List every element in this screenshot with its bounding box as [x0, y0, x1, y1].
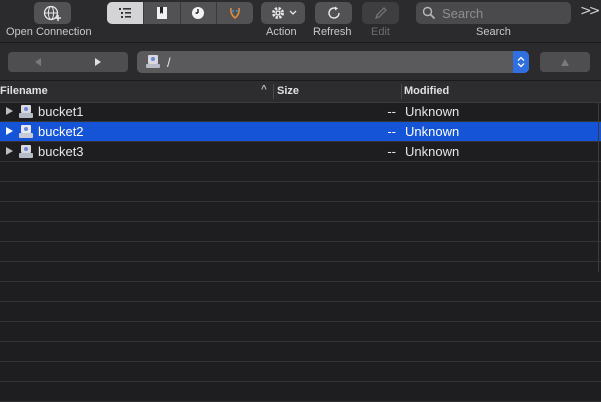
bucket-drive-icon	[19, 145, 33, 158]
table-row[interactable]: bucket1 -- Unknown	[0, 102, 601, 122]
back-button[interactable]	[8, 52, 68, 72]
column-divider[interactable]	[401, 84, 402, 99]
empty-row	[0, 362, 601, 382]
open-connection-button[interactable]	[34, 2, 71, 24]
row-filename: bucket2	[38, 124, 84, 139]
row-modified: Unknown	[405, 144, 460, 159]
empty-row	[0, 162, 601, 182]
column-divider[interactable]	[273, 84, 274, 99]
empty-row	[0, 242, 601, 262]
search-field[interactable]	[416, 2, 571, 24]
path-bar: /	[0, 42, 601, 81]
up-arrow-icon	[561, 58, 569, 66]
row-size: --	[387, 144, 396, 159]
empty-row	[0, 342, 601, 362]
bonjour-button[interactable]	[217, 2, 253, 24]
drive-icon	[146, 55, 160, 68]
view-mode-segmented-control	[107, 2, 253, 24]
bookmarks-button[interactable]	[144, 2, 181, 24]
browser-view-button[interactable]	[107, 2, 144, 24]
chevron-down-icon	[289, 10, 296, 15]
refresh-label: Refresh	[313, 26, 352, 38]
gear-icon	[271, 7, 284, 19]
row-filename: bucket3	[38, 144, 84, 159]
open-connection-label: Open Connection	[6, 26, 92, 38]
search-icon	[422, 6, 436, 20]
search-input[interactable]	[440, 4, 564, 22]
scrollbar-track[interactable]	[598, 102, 599, 272]
history-button[interactable]	[181, 2, 218, 24]
empty-row	[0, 282, 601, 302]
table-row[interactable]: bucket2 -- Unknown	[0, 122, 601, 142]
up-down-chevron-icon	[517, 56, 525, 68]
path-dropdown-stepper[interactable]	[513, 51, 529, 73]
navigation-buttons	[8, 52, 128, 72]
empty-row	[0, 262, 601, 282]
column-header-modified[interactable]: Modified	[404, 85, 449, 97]
toolbar-overflow-icon[interactable]: >>	[580, 3, 601, 19]
bucket-drive-icon	[19, 125, 33, 138]
back-arrow-icon	[35, 58, 41, 66]
search-label: Search	[476, 26, 511, 38]
row-filename: bucket1	[38, 104, 84, 119]
row-size: --	[387, 124, 396, 139]
list-tree-icon	[118, 8, 131, 18]
empty-row	[0, 202, 601, 222]
pencil-icon	[374, 7, 387, 19]
refresh-icon	[327, 6, 340, 19]
file-list: bucket1 -- Unknown bucket2 -- Unknown bu…	[0, 102, 601, 402]
bookmark-icon	[156, 7, 167, 19]
toolbar: Open Connection Action Refresh Edit Sear…	[0, 0, 601, 42]
column-header-size[interactable]: Size	[277, 85, 299, 97]
disclosure-triangle-icon[interactable]	[6, 147, 13, 155]
path-selector[interactable]: /	[137, 51, 529, 73]
parent-directory-button[interactable]	[540, 52, 590, 72]
sort-ascending-icon: ^	[261, 84, 267, 95]
forward-button[interactable]	[68, 52, 128, 72]
empty-row	[0, 322, 601, 342]
current-path: /	[167, 54, 171, 70]
clock-icon	[192, 7, 205, 19]
globe-plus-icon	[43, 5, 61, 21]
column-header-filename[interactable]: Filename	[0, 85, 48, 97]
empty-row	[0, 222, 601, 242]
action-label: Action	[266, 26, 297, 38]
table-row[interactable]: bucket3 -- Unknown	[0, 142, 601, 162]
edit-button[interactable]	[362, 2, 399, 24]
row-size: --	[387, 104, 396, 119]
bonjour-icon	[230, 7, 241, 20]
bucket-drive-icon	[19, 105, 33, 118]
empty-row	[0, 382, 601, 402]
disclosure-triangle-icon[interactable]	[6, 127, 13, 135]
edit-label: Edit	[371, 26, 390, 38]
empty-row	[0, 182, 601, 202]
forward-arrow-icon	[95, 58, 101, 66]
row-modified: Unknown	[405, 124, 460, 139]
disclosure-triangle-icon[interactable]	[6, 107, 13, 115]
table-header: Filename ^ Size Modified	[0, 80, 601, 103]
empty-row	[0, 302, 601, 322]
refresh-button[interactable]	[315, 2, 352, 24]
action-button[interactable]	[261, 2, 305, 24]
row-modified: Unknown	[405, 104, 460, 119]
